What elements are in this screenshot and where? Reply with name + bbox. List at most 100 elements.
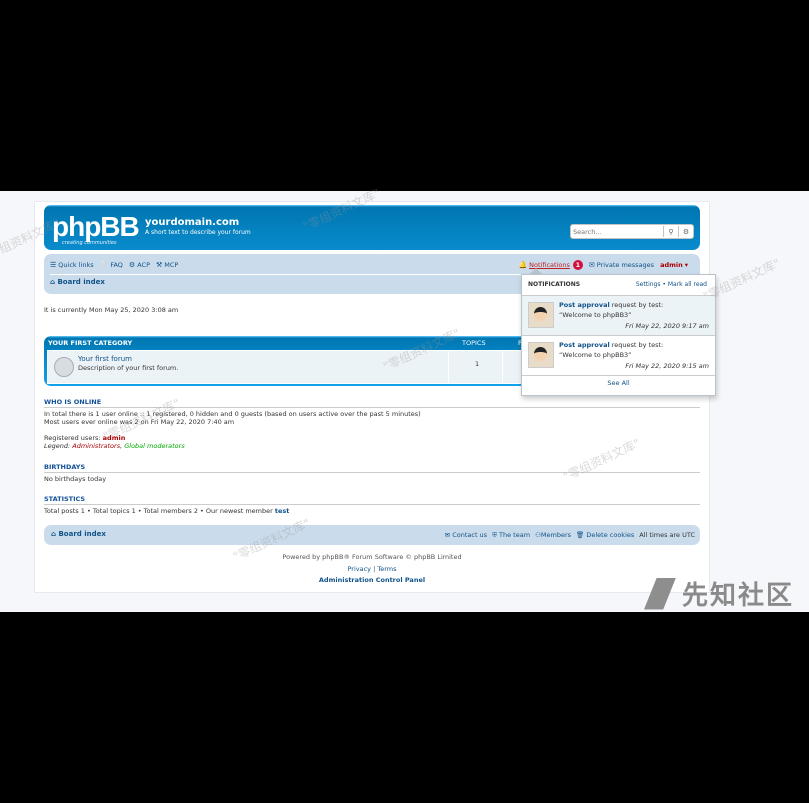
- quick-links-menu[interactable]: ☰ Quick links: [50, 261, 94, 269]
- the-team-label: The team: [499, 531, 531, 539]
- xianzhi-mark-icon: [644, 577, 676, 610]
- acp-footer-link[interactable]: Administration Control Panel: [35, 576, 709, 584]
- members-label: Members: [540, 531, 572, 539]
- inbox-icon: ✉: [588, 260, 595, 269]
- search-icon: ⚲: [668, 227, 674, 236]
- breadcrumb[interactable]: ⌂ Board index: [50, 278, 105, 286]
- members-link[interactable]: ⚇Members: [535, 531, 571, 540]
- notification-rest: request by test:: [609, 341, 664, 349]
- notifications-dropdown: NOTIFICATIONS Settings • Mark all read P…: [521, 274, 716, 396]
- statistics-heading: STATISTICS: [44, 495, 700, 505]
- private-messages-link[interactable]: ✉ Private messages: [589, 261, 654, 269]
- logo-text: phpBB: [52, 211, 140, 242]
- notification-rest: request by test:: [609, 301, 664, 309]
- acp-label: ACP: [137, 260, 150, 269]
- notification-time: Fri May 22, 2020 9:15 am: [625, 362, 709, 370]
- statistics-text: Total posts 1 • Total topics 1 • Total m…: [44, 507, 700, 515]
- privacy-terms: Privacy | Terms: [35, 565, 709, 573]
- legend-global-moderators[interactable]: Global moderators: [124, 442, 184, 450]
- dropdown-header: NOTIFICATIONS Settings • Mark all read: [522, 275, 715, 296]
- timezone-note: All times are UTC: [639, 531, 695, 539]
- see-all-link[interactable]: See All: [522, 379, 715, 387]
- browser-page: phpBB creating communities yourdomain.co…: [0, 186, 809, 612]
- current-time: It is currently Mon May 25, 2020 3:08 am: [44, 306, 179, 314]
- footer-links: ✉ Contact us ⛨ The team ⚇Members 🗑 Delet…: [440, 531, 695, 540]
- mcp-label: MCP: [164, 260, 179, 269]
- forum-name[interactable]: Your first forum: [78, 355, 132, 363]
- phpbb-logo[interactable]: phpBB creating communities: [52, 211, 140, 247]
- envelope-icon: ✉: [444, 531, 451, 539]
- birthdays-text: No birthdays today: [44, 475, 107, 483]
- private-messages-label: Private messages: [596, 260, 655, 269]
- search-box: ⚲ ⚙: [570, 224, 694, 239]
- faq-link[interactable]: ❔ FAQ: [100, 261, 123, 269]
- statistics-summary: Total posts 1 • Total topics 1 • Total m…: [44, 507, 273, 515]
- notifications-badge: 1: [572, 259, 583, 270]
- powered-by: Powered by phpBB® Forum Software © phpBB…: [282, 553, 462, 561]
- nav-row: ☰ Quick links ❔ FAQ ⚙ ACP ⚒ MCP 🔔 Notificatio…: [50, 259, 694, 270]
- user-menu[interactable]: admin ▾: [660, 261, 688, 269]
- registered-users: Registered users: admin: [44, 434, 700, 442]
- search-button[interactable]: ⚲: [663, 226, 678, 237]
- terms-link[interactable]: Terms: [377, 565, 396, 573]
- avatar: [528, 302, 554, 328]
- forum-header: phpBB creating communities yourdomain.co…: [44, 205, 700, 250]
- gear-icon: ⚙: [682, 227, 690, 236]
- newest-member-link[interactable]: test: [275, 507, 290, 515]
- statistics: STATISTICS Total posts 1 • Total topics …: [44, 495, 700, 515]
- contact-us-link[interactable]: ✉ Contact us: [445, 531, 487, 540]
- quick-links-label: Quick links: [58, 260, 94, 269]
- hamburger-icon: ☰: [50, 260, 57, 269]
- username: admin: [660, 260, 683, 269]
- privacy-link[interactable]: Privacy: [347, 565, 371, 573]
- header-dot: •: [662, 281, 666, 288]
- breadcrumb-board-index: Board index: [57, 278, 105, 286]
- notification-title: Post approval request by test:: [559, 341, 663, 349]
- forum-wrap: phpBB creating communities yourdomain.co…: [34, 201, 710, 593]
- legend-administrators[interactable]: Administrators: [72, 442, 120, 450]
- who-is-online-heading[interactable]: WHO IS ONLINE: [44, 398, 700, 408]
- notification-quote: “Welcome to phpBB3”: [559, 311, 632, 319]
- footer-board-index-label: Board index: [58, 530, 106, 538]
- gears-icon: ⚙: [128, 260, 136, 269]
- home-icon: ⌂: [50, 278, 56, 286]
- notifications-link[interactable]: 🔔 Notifications 1: [518, 259, 583, 270]
- site-title[interactable]: yourdomain.com: [145, 217, 239, 228]
- notification-item[interactable]: Post approval request by test: “Welcome …: [522, 336, 715, 376]
- faq-label: FAQ: [110, 260, 123, 269]
- forum-read-icon: [54, 357, 74, 377]
- notification-item[interactable]: Post approval request by test: “Welcome …: [522, 296, 715, 336]
- acp-link[interactable]: ⚙ ACP: [129, 261, 150, 269]
- mcp-link[interactable]: ⚒ MCP: [156, 261, 178, 269]
- gavel-icon: ⚒: [156, 260, 163, 269]
- contact-us-label: Contact us: [452, 531, 488, 539]
- notification-time: Fri May 22, 2020 9:17 am: [625, 322, 709, 330]
- delete-cookies-link[interactable]: 🗑 Delete cookies: [576, 531, 634, 540]
- avatar-face: [534, 307, 547, 321]
- footer-board-index[interactable]: ⌂ Board index: [51, 530, 106, 538]
- bell-icon: 🔔: [518, 260, 528, 269]
- shield-icon: ⛨: [492, 531, 497, 539]
- home-icon: ⌂: [51, 530, 57, 538]
- avatar-face: [534, 347, 547, 361]
- the-team-link[interactable]: ⛨ The team: [492, 531, 530, 540]
- xianzhi-brand: 先知社区: [682, 581, 795, 611]
- footer-separator: |: [373, 565, 376, 573]
- xianzhi-watermark-logo: 先知社区: [644, 575, 794, 612]
- trash-icon: 🗑: [576, 531, 585, 539]
- caret-down-icon: ▾: [684, 260, 688, 269]
- dropdown-actions: Settings • Mark all read: [636, 281, 707, 288]
- mark-all-read-link[interactable]: Mark all read: [668, 281, 707, 288]
- col-divider: [448, 351, 449, 383]
- advanced-search-button[interactable]: ⚙: [678, 226, 693, 237]
- search-input[interactable]: [573, 226, 657, 237]
- category-title[interactable]: YOUR FIRST CATEGORY: [48, 339, 132, 347]
- dropdown-title: NOTIFICATIONS: [528, 281, 581, 288]
- delete-cookies-label: Delete cookies: [586, 531, 635, 539]
- footer-navbar: ⌂ Board index ✉ Contact us ⛨ The team ⚇M…: [44, 525, 700, 545]
- col-divider: [502, 351, 503, 383]
- forum-topics-count: 1: [475, 360, 480, 368]
- legend-label: Legend:: [44, 442, 71, 450]
- notification-settings-link[interactable]: Settings: [636, 281, 661, 288]
- avatar: [528, 342, 554, 368]
